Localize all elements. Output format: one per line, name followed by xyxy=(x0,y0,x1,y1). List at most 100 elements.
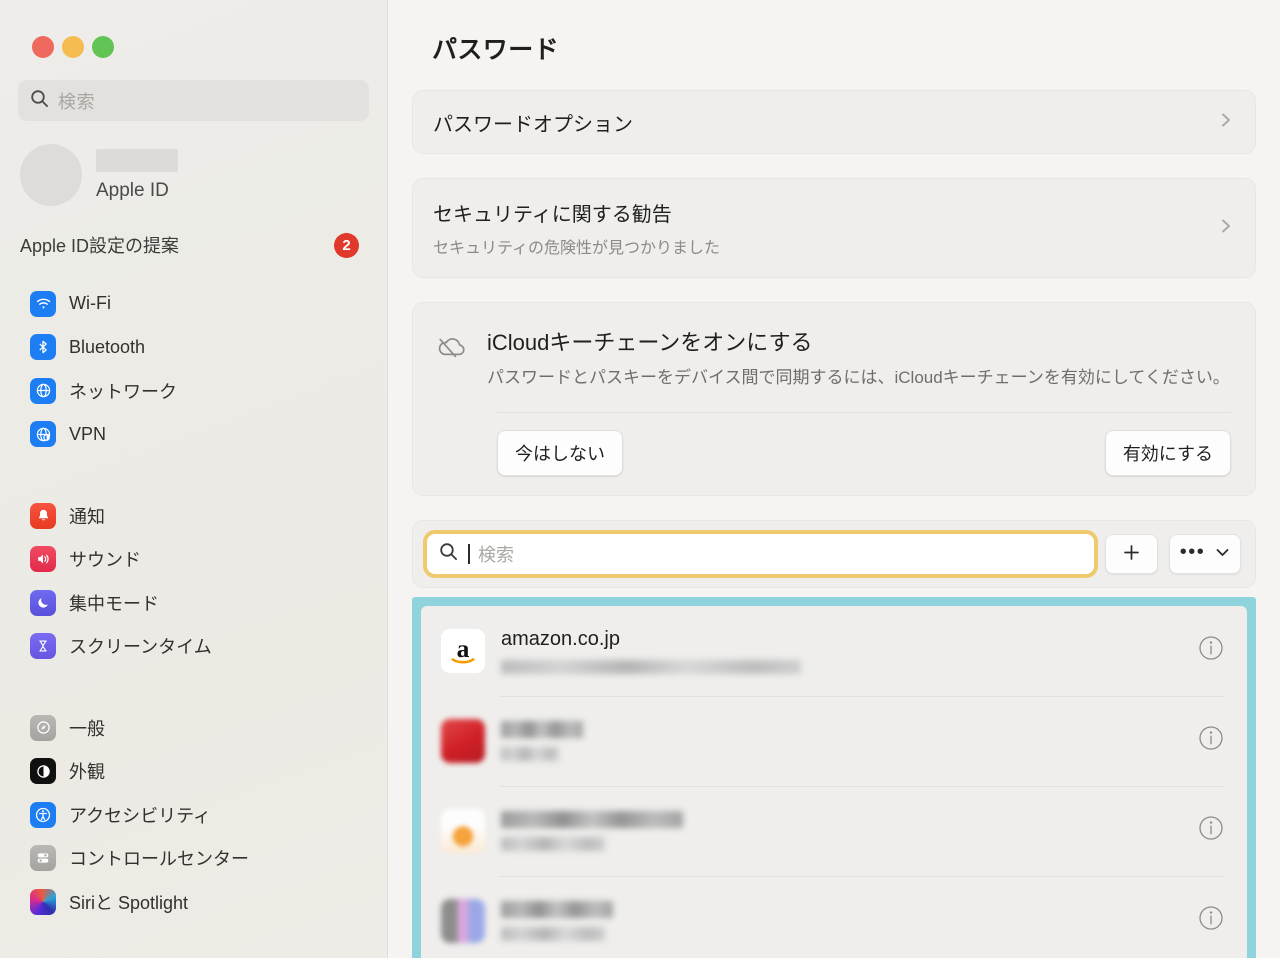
sidebar-item-label: サウンド xyxy=(69,550,141,571)
screen-time-icon xyxy=(30,633,56,660)
list-item[interactable] xyxy=(421,875,1247,958)
control-center-icon xyxy=(30,845,56,872)
network-icon xyxy=(30,377,56,404)
search-icon xyxy=(30,89,49,113)
security-recommendations-card: セキュリティに関する勧告 セキュリティの危険性が見つかりました xyxy=(412,178,1256,278)
icloud-keychain-description: パスワードとパスキーをデバイス間で同期するには、iCloudキーチェーンを有効に… xyxy=(487,368,1230,387)
sidebar-item-wifi[interactable]: Wi-Fi xyxy=(16,282,371,326)
account-name-redacted xyxy=(96,148,178,172)
list-item[interactable] xyxy=(421,785,1247,876)
sidebar-item-appearance[interactable]: 外観 xyxy=(16,750,371,794)
sidebar-item-label: VPN xyxy=(69,423,107,444)
enable-button[interactable]: 有効にする xyxy=(1104,429,1231,476)
chevron-right-icon xyxy=(1220,110,1233,135)
chevron-right-icon xyxy=(1220,216,1233,241)
apple-id-row[interactable]: Apple ID xyxy=(20,144,369,206)
security-recommendations-subtitle: セキュリティの危険性が見つかりました xyxy=(433,240,721,257)
notifications-icon xyxy=(30,502,56,529)
password-options-row[interactable]: パスワードオプション xyxy=(413,91,1255,153)
main-content: パスワード パスワードオプション セキュリティに関する勧告 セキュリティの危険性… xyxy=(388,0,1280,958)
password-list: a amazon.co.jp xyxy=(421,605,1247,958)
vpn-icon xyxy=(30,421,56,448)
status-badge: 2 xyxy=(334,232,359,258)
list-item[interactable]: a amazon.co.jp xyxy=(421,606,1247,696)
list-item[interactable] xyxy=(421,695,1247,786)
sidebar-search-input[interactable]: 検索 xyxy=(18,80,369,121)
amazon-favicon: a xyxy=(441,628,485,673)
list-item-subtitle-redacted xyxy=(501,659,801,674)
window-controls xyxy=(16,0,371,58)
password-toolbar-card: 検索 ••• xyxy=(412,519,1256,588)
ellipsis-icon: ••• xyxy=(1179,540,1206,563)
info-circle-icon[interactable] xyxy=(1197,634,1225,667)
security-recommendations-title: セキュリティに関する勧告 xyxy=(433,204,672,226)
sidebar-group-system: 通知 サウンド 集中モード スクリーンタイム xyxy=(16,494,371,668)
sidebar-item-focus[interactable]: 集中モード xyxy=(16,581,371,625)
more-options-button[interactable]: ••• xyxy=(1169,533,1241,574)
redacted-favicon-red xyxy=(441,718,485,763)
sidebar-item-label: Wi-Fi xyxy=(69,293,111,314)
maximize-button[interactable] xyxy=(92,36,114,58)
sidebar-item-label: 一般 xyxy=(69,718,105,739)
list-item-title-redacted xyxy=(501,810,683,828)
sidebar: 検索 Apple ID Apple ID設定の提案 2 Wi-Fi Blueto… xyxy=(0,0,388,958)
system-settings-window: 検索 Apple ID Apple ID設定の提案 2 Wi-Fi Blueto… xyxy=(0,0,1280,958)
password-options-card: パスワードオプション xyxy=(412,90,1256,154)
general-icon xyxy=(30,714,56,741)
sidebar-item-vpn[interactable]: VPN xyxy=(16,413,371,457)
cloud-slash-icon xyxy=(435,325,469,366)
sidebar-item-control-center[interactable]: コントロールセンター xyxy=(16,837,371,881)
sidebar-search-placeholder: 検索 xyxy=(58,91,95,112)
security-recommendations-row[interactable]: セキュリティに関する勧告 セキュリティの危険性が見つかりました xyxy=(413,179,1255,277)
sidebar-item-label: アクセシビリティ xyxy=(69,805,212,826)
sidebar-group-network: Wi-Fi Bluetooth ネットワーク VPN xyxy=(16,282,371,456)
list-item-title: amazon.co.jp xyxy=(501,627,620,650)
info-circle-icon[interactable] xyxy=(1197,724,1225,757)
close-button[interactable] xyxy=(32,36,54,58)
apple-id-label: Apple ID xyxy=(96,179,169,201)
icloud-keychain-card: iCloudキーチェーンをオンにする パスワードとパスキーをデバイス間で同期する… xyxy=(412,302,1256,496)
sidebar-item-network[interactable]: ネットワーク xyxy=(16,369,371,413)
bluetooth-icon xyxy=(30,334,56,361)
sidebar-item-label: Bluetooth xyxy=(69,336,146,357)
list-item-subtitle-redacted xyxy=(501,926,605,941)
avatar xyxy=(20,144,82,206)
search-icon xyxy=(439,542,458,566)
not-now-button[interactable]: 今はしない xyxy=(497,429,623,476)
sidebar-item-label: Apple ID設定の提案 xyxy=(20,236,180,256)
password-search-placeholder: 検索 xyxy=(478,544,514,565)
add-password-button[interactable] xyxy=(1105,533,1158,574)
password-options-label: パスワードオプション xyxy=(433,113,633,136)
appearance-icon xyxy=(30,758,56,785)
text-caret xyxy=(468,543,470,564)
sidebar-item-general[interactable]: 一般 xyxy=(16,706,371,750)
sidebar-item-label: 外観 xyxy=(69,762,105,783)
redacted-favicon-orange xyxy=(441,808,485,853)
list-item-subtitle-redacted xyxy=(501,746,559,761)
password-list-highlight: a amazon.co.jp xyxy=(412,596,1256,958)
focus-icon xyxy=(30,589,56,616)
list-item-subtitle-redacted xyxy=(501,836,605,851)
sidebar-item-bluetooth[interactable]: Bluetooth xyxy=(16,326,371,370)
sound-icon xyxy=(30,546,56,573)
sidebar-item-notifications[interactable]: 通知 xyxy=(16,494,371,538)
sidebar-item-label: 通知 xyxy=(69,506,105,527)
chevron-down-icon xyxy=(1215,546,1230,561)
svg-text:a: a xyxy=(457,634,470,663)
redacted-favicon-violet xyxy=(441,898,485,943)
minimize-button[interactable] xyxy=(62,36,84,58)
info-circle-icon[interactable] xyxy=(1197,814,1225,847)
sidebar-item-screen-time[interactable]: スクリーンタイム xyxy=(16,625,371,669)
accessibility-icon xyxy=(30,801,56,828)
password-search-input[interactable]: 検索 xyxy=(427,533,1094,574)
sidebar-item-apple-id-suggestions[interactable]: Apple ID設定の提案 2 xyxy=(20,230,365,260)
page-title: パスワード xyxy=(432,36,560,64)
sidebar-item-label: ネットワーク xyxy=(69,381,177,402)
sidebar-item-sound[interactable]: サウンド xyxy=(16,538,371,582)
sidebar-item-siri-spotlight[interactable]: Siriと Spotlight xyxy=(16,880,371,924)
list-item-title-redacted xyxy=(501,900,613,918)
icloud-keychain-title: iCloudキーチェーンをオンにする xyxy=(487,330,813,355)
sidebar-item-accessibility[interactable]: アクセシビリティ xyxy=(16,793,371,837)
info-circle-icon[interactable] xyxy=(1197,904,1225,937)
plus-icon xyxy=(1122,543,1141,565)
